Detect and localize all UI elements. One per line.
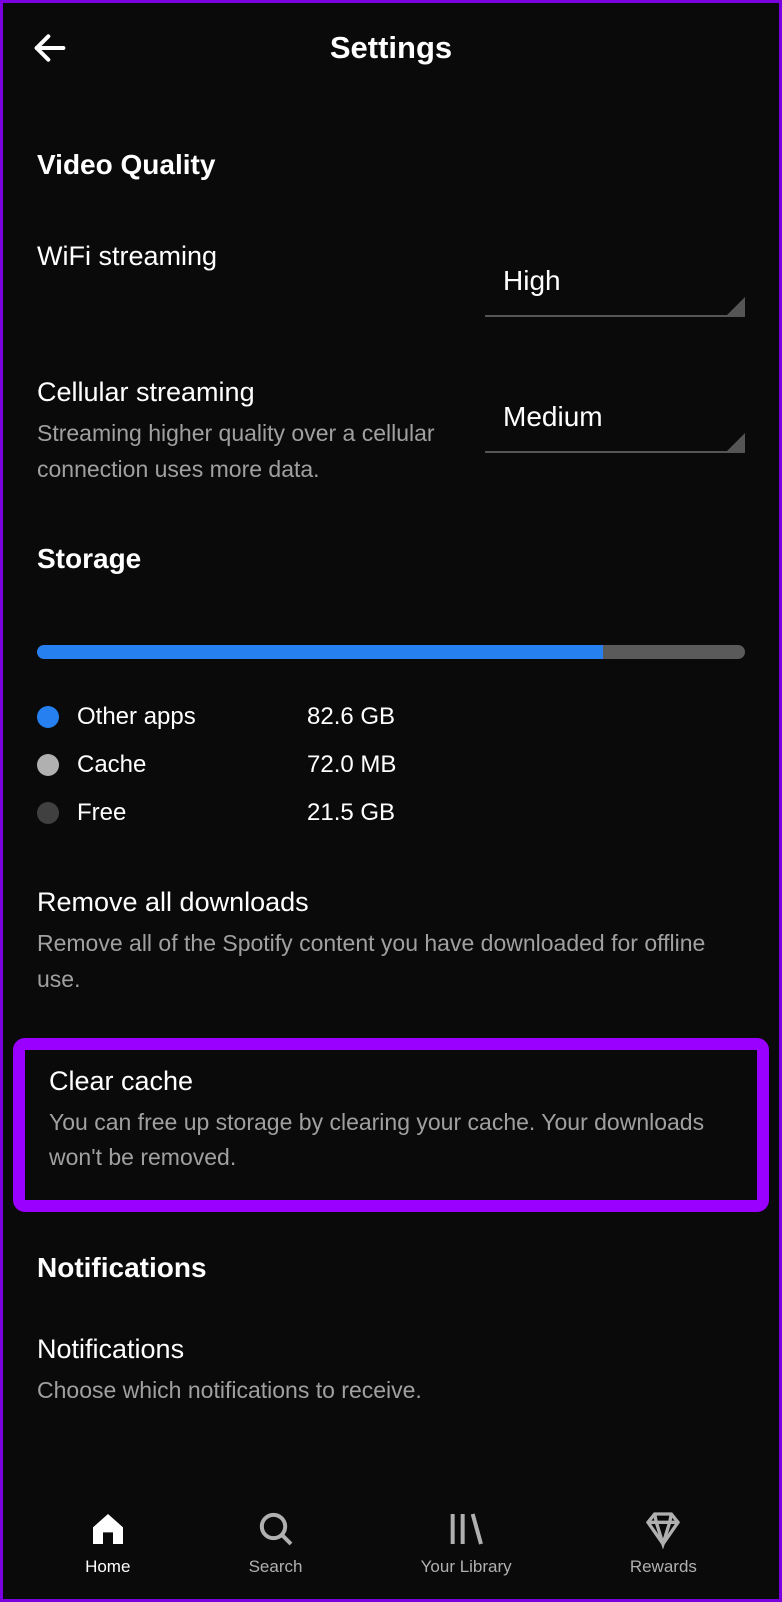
nav-search[interactable]: Search [249,1507,303,1577]
clear-cache-title: Clear cache [49,1066,733,1097]
nav-rewards[interactable]: Rewards [630,1507,697,1577]
legend-dot [37,706,59,728]
wifi-streaming-row: WiFi streaming High [37,241,745,317]
clear-cache-highlight: Clear cache You can free up storage by c… [13,1038,769,1212]
header: Settings [3,3,779,93]
legend-row: Free21.5 GB [37,789,745,837]
clear-cache-desc: You can free up storage by clearing your… [49,1105,733,1176]
section-storage: Storage [37,543,745,575]
nav-home[interactable]: Home [85,1507,130,1577]
wifi-streaming-dropdown[interactable]: High [485,247,745,317]
legend-label: Cache [77,751,307,779]
legend-value: 82.6 GB [307,703,395,731]
settings-screen: Settings Video Quality WiFi streaming Hi… [3,3,779,1599]
notifications-title: Notifications [37,1334,745,1365]
notifications-row[interactable]: Notifications Choose which notifications… [37,1324,745,1419]
section-video-quality: Video Quality [37,149,745,181]
legend-row: Other apps82.6 GB [37,693,745,741]
bottom-nav: Home Search Your Library Rewards [6,1493,776,1599]
home-icon [86,1507,130,1551]
storage-bar-fill [37,645,603,659]
cellular-streaming-desc: Streaming higher quality over a cellular… [37,416,455,487]
clear-cache-row[interactable]: Clear cache You can free up storage by c… [49,1066,733,1176]
legend-label: Free [77,799,307,827]
legend-dot [37,802,59,824]
diamond-icon [641,1507,685,1551]
legend-dot [37,754,59,776]
legend-value: 72.0 MB [307,751,396,779]
content[interactable]: Video Quality WiFi streaming High Cellul… [3,93,779,1599]
legend-label: Other apps [77,703,307,731]
notifications-desc: Choose which notifications to receive. [37,1373,745,1409]
wifi-streaming-value: High [503,265,745,297]
page-title: Settings [27,30,755,66]
remove-downloads-desc: Remove all of the Spotify content you ha… [37,926,745,997]
section-notifications: Notifications [37,1252,745,1284]
remove-downloads-title: Remove all downloads [37,887,745,918]
storage-bar [37,645,745,659]
cellular-streaming-dropdown[interactable]: Medium [485,383,745,453]
legend-value: 21.5 GB [307,799,395,827]
library-icon [444,1507,488,1551]
cellular-streaming-value: Medium [503,401,745,433]
remove-downloads-row[interactable]: Remove all downloads Remove all of the S… [37,877,745,1007]
nav-library[interactable]: Your Library [421,1507,512,1577]
storage-legend: Other apps82.6 GBCache72.0 MBFree21.5 GB [37,693,745,837]
cellular-streaming-row: Cellular streaming Streaming higher qual… [37,377,745,487]
legend-row: Cache72.0 MB [37,741,745,789]
cellular-streaming-label: Cellular streaming [37,377,455,408]
search-icon [254,1507,298,1551]
wifi-streaming-label: WiFi streaming [37,241,455,272]
